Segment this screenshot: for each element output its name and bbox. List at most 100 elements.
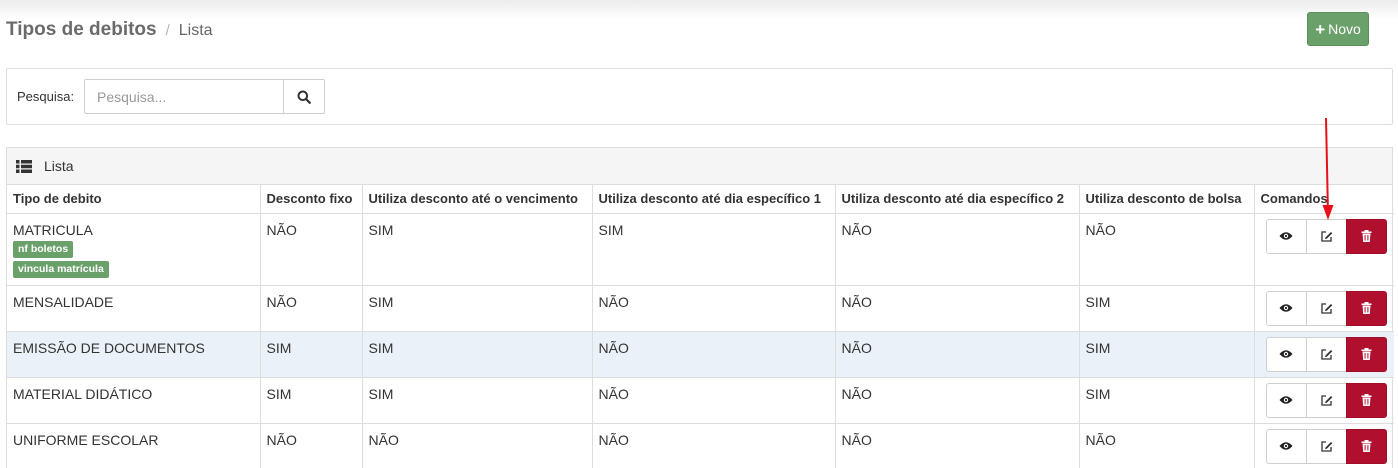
cell-comandos	[1254, 213, 1395, 286]
cell-tipo: UNIFORME ESCOLAR	[7, 423, 261, 468]
column-header-dia-2[interactable]: Utiliza desconto até dia específico 2	[835, 185, 1080, 214]
cell-comandos	[1254, 423, 1394, 468]
cell-vencimento: SIM	[362, 331, 593, 378]
edit-icon	[1320, 302, 1332, 314]
command-group	[1265, 382, 1395, 418]
cell-tipo: MENSALIDADE	[7, 285, 261, 332]
edit-icon	[1320, 440, 1332, 452]
breadcrumb-separator: /	[165, 22, 170, 39]
trash-icon	[1361, 302, 1371, 314]
list-title: Lista	[44, 158, 74, 174]
view-button[interactable]	[1265, 336, 1307, 372]
table-row: MATRICULA nf boletos vincula matrícula N…	[7, 213, 1395, 286]
cell-desconto-fixo: SIM	[260, 331, 363, 378]
search-button[interactable]	[283, 79, 325, 114]
new-button-label: Novo	[1328, 21, 1361, 37]
cell-desconto-fixo: SIM	[260, 377, 363, 424]
list-panel-header: Lista	[7, 148, 1392, 185]
cell-dia-2: NÃO	[835, 285, 1080, 332]
delete-button[interactable]	[1345, 382, 1387, 418]
cell-bolsa: NÃO	[1079, 423, 1255, 468]
table-row: UNIFORME ESCOLAR NÃO NÃO NÃO NÃO NÃO	[7, 423, 1394, 468]
page-header: Tipos de debitos / Lista + Novo	[0, 0, 1398, 60]
cell-comandos	[1254, 285, 1395, 332]
view-button[interactable]	[1265, 382, 1307, 418]
column-header-desconto-fixo[interactable]: Desconto fixo	[260, 185, 363, 214]
command-group	[1265, 290, 1395, 326]
table-header-row: Tipo de debito Desconto fixo Utiliza des…	[7, 185, 1394, 214]
cell-vencimento: SIM	[362, 285, 593, 332]
cell-desconto-fixo: NÃO	[260, 423, 363, 468]
delete-button[interactable]	[1345, 290, 1387, 326]
list-panel: Lista Tipo de debito Desconto fixo Utili…	[6, 147, 1394, 468]
delete-button[interactable]	[1345, 218, 1387, 254]
search-icon	[297, 90, 311, 104]
delete-button[interactable]	[1345, 428, 1387, 464]
new-button[interactable]: + Novo	[1307, 12, 1369, 46]
search-input[interactable]	[84, 79, 284, 114]
column-header-tipo[interactable]: Tipo de debito	[7, 185, 261, 214]
trash-icon	[1361, 348, 1371, 360]
debit-types-table: Tipo de debito Desconto fixo Utiliza des…	[7, 185, 1394, 468]
cell-vencimento: SIM	[362, 213, 593, 286]
table-row: EMISSÃO DE DOCUMENTOS SIM SIM NÃO NÃO SI…	[7, 331, 1394, 378]
tag-badge: vincula matrícula	[13, 260, 109, 278]
cell-bolsa: SIM	[1079, 285, 1255, 332]
eye-icon	[1279, 442, 1293, 450]
view-button[interactable]	[1265, 218, 1307, 254]
edit-button[interactable]	[1305, 382, 1347, 418]
column-header-vencimento[interactable]: Utiliza desconto até o vencimento	[362, 185, 593, 214]
command-group	[1265, 428, 1395, 464]
trash-icon	[1361, 440, 1371, 452]
cell-vencimento: SIM	[362, 377, 593, 424]
cell-dia-1: NÃO	[592, 285, 836, 332]
view-button[interactable]	[1265, 290, 1307, 326]
edit-icon	[1320, 348, 1332, 360]
column-header-comandos: Comandos	[1254, 185, 1394, 214]
cell-dia-2: NÃO	[835, 377, 1080, 424]
edit-icon	[1320, 230, 1332, 242]
trash-icon	[1361, 230, 1371, 242]
search-panel: Pesquisa:	[6, 68, 1393, 125]
cell-dia-2: NÃO	[835, 331, 1080, 378]
column-header-dia-1[interactable]: Utiliza desconto até dia específico 1	[592, 185, 836, 214]
cell-dia-2: NÃO	[835, 213, 1080, 286]
command-group	[1265, 218, 1395, 254]
edit-button[interactable]	[1305, 218, 1347, 254]
edit-button[interactable]	[1305, 428, 1347, 464]
cell-dia-1: NÃO	[592, 423, 836, 468]
column-header-bolsa[interactable]: Utiliza desconto de bolsa	[1079, 185, 1255, 214]
plus-icon: +	[1315, 19, 1326, 39]
eye-icon	[1279, 232, 1293, 240]
cell-dia-1: NÃO	[592, 331, 836, 378]
cell-tipo: EMISSÃO DE DOCUMENTOS	[7, 331, 261, 378]
eye-icon	[1279, 396, 1293, 404]
page-title: Tipos de debitos	[6, 19, 157, 40]
cell-comandos	[1254, 377, 1395, 424]
edit-icon	[1320, 394, 1332, 406]
view-button[interactable]	[1265, 428, 1307, 464]
eye-icon	[1279, 304, 1293, 312]
edit-button[interactable]	[1305, 336, 1347, 372]
delete-button[interactable]	[1345, 336, 1387, 372]
trash-icon	[1361, 394, 1371, 406]
breadcrumb: Tipos de debitos / Lista	[6, 19, 213, 41]
cell-comandos	[1254, 331, 1394, 378]
table-row: MATERIAL DIDÁTICO SIM SIM NÃO NÃO SIM	[7, 377, 1395, 424]
edit-button[interactable]	[1305, 290, 1347, 326]
cell-tipo: MATRICULA nf boletos vincula matrícula	[7, 213, 261, 286]
cell-bolsa: SIM	[1079, 331, 1255, 378]
cell-desconto-fixo: NÃO	[260, 285, 363, 332]
cell-vencimento: NÃO	[362, 423, 593, 468]
cell-desconto-fixo: NÃO	[260, 213, 363, 286]
cell-dia-1: SIM	[592, 213, 836, 286]
cell-bolsa: SIM	[1079, 377, 1255, 424]
cell-bolsa: NÃO	[1079, 213, 1255, 286]
search-label: Pesquisa:	[17, 89, 75, 104]
tag-badge: nf boletos	[13, 240, 74, 258]
cell-dia-2: NÃO	[835, 423, 1080, 468]
list-icon	[16, 159, 32, 173]
table-row: MENSALIDADE NÃO SIM NÃO NÃO SIM	[7, 285, 1395, 332]
cell-tipo: MATERIAL DIDÁTICO	[7, 377, 261, 424]
eye-icon	[1279, 350, 1293, 358]
